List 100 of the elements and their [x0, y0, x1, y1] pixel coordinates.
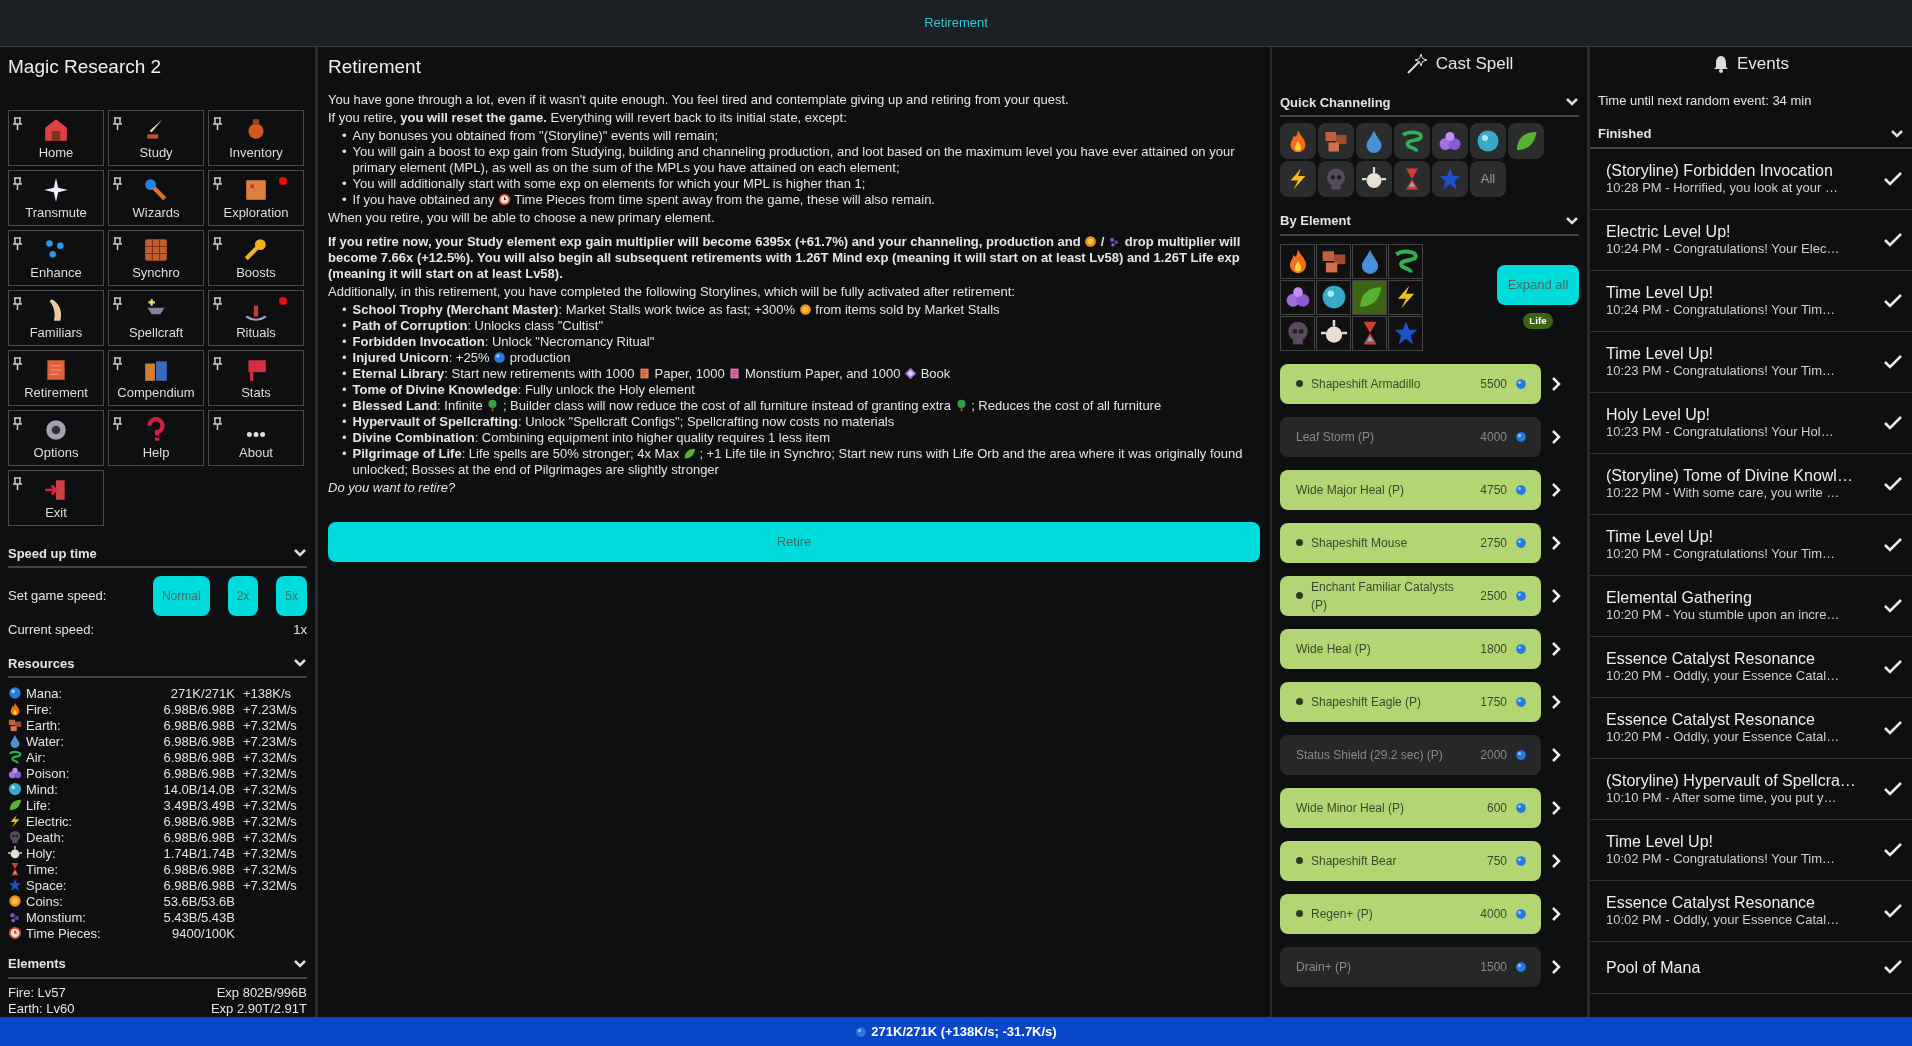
orb-icon	[855, 1025, 868, 1038]
resource-rate[interactable]: +7.23M/s	[243, 734, 297, 749]
speed-button[interactable]: 5x	[276, 576, 307, 616]
nav-tile[interactable]: Inventory	[208, 109, 304, 166]
channel-button[interactable]	[1470, 123, 1506, 159]
bubbles-icon	[1438, 129, 1462, 153]
nav-tile[interactable]: Study	[108, 109, 204, 166]
nav-tile[interactable]: Enhance	[8, 229, 104, 286]
spell-button[interactable]: Wide Minor Heal (P) 600	[1280, 787, 1541, 828]
resource-name: Life:	[26, 798, 52, 814]
resource-rate[interactable]: +7.32M/s	[243, 750, 297, 765]
nav-tile[interactable]: Retirement	[8, 349, 104, 406]
nav-tile[interactable]: Wizards	[108, 169, 204, 226]
spell-button[interactable]: Shapeshift Bear 750	[1280, 840, 1541, 881]
chevron-right-icon	[1551, 640, 1561, 657]
element-filter[interactable]	[1280, 243, 1315, 279]
nav-tile[interactable]: Synchro	[108, 229, 204, 286]
nav-tile[interactable]: Transmute	[8, 169, 104, 226]
leaf-icon	[1514, 129, 1538, 153]
speed-button[interactable]: 2x	[227, 576, 259, 616]
element-filter[interactable]	[1352, 279, 1387, 315]
check-icon	[1884, 232, 1902, 247]
spell-button[interactable]: Shapeshift Armadillo 5500	[1280, 363, 1541, 404]
mana-status: 271K/271K (+138K/s; -31.7K/s)	[871, 1022, 1057, 1041]
spell-button[interactable]: Wide Heal (P) 1800	[1280, 628, 1541, 669]
sparkle-icon	[43, 177, 69, 203]
resource-rate[interactable]: +7.32M/s	[243, 862, 297, 877]
element-filter[interactable]	[1388, 279, 1423, 315]
nav-tile[interactable]: Spellcraft	[108, 289, 204, 346]
resource-amount: 6.98B/6.98B	[163, 862, 235, 878]
tree-icon	[954, 398, 968, 412]
pin-icon	[113, 176, 122, 190]
spell-button[interactable]: Shapeshift Mouse 2750	[1280, 522, 1541, 563]
resource-rate[interactable]: +7.32M/s	[243, 798, 297, 813]
speed-button[interactable]: Normal	[152, 576, 210, 616]
element-filter[interactable]	[1316, 279, 1351, 315]
channel-button[interactable]	[1394, 123, 1430, 159]
resource-rate[interactable]: +7.23M/s	[243, 702, 297, 717]
resource-rate[interactable]: +7.32M/s	[243, 830, 297, 845]
element-level: Fire: Lv57	[8, 984, 66, 1001]
chevron-right-icon	[1551, 428, 1561, 445]
coin-icon	[798, 302, 812, 316]
resource-rate[interactable]: +7.32M/s	[243, 846, 297, 861]
orb-icon	[1515, 854, 1527, 867]
element-filter[interactable]	[1280, 279, 1315, 315]
chevron-right-icon	[1551, 746, 1561, 763]
spell-button[interactable]: Regen+ (P) 4000	[1280, 893, 1541, 934]
channel-button[interactable]	[1356, 161, 1392, 197]
nav-tile[interactable]: Exploration	[208, 169, 304, 226]
element-filter[interactable]	[1352, 243, 1387, 279]
pin-icon	[13, 116, 22, 130]
chevron-right-icon	[1551, 481, 1561, 498]
chevron-right-icon	[1551, 534, 1561, 551]
nav-tile[interactable]: Exit	[8, 469, 104, 526]
section-heading: Elements	[8, 955, 66, 973]
resource-amount: 6.98B/6.98B	[163, 718, 235, 734]
pin-icon	[13, 176, 22, 190]
bubbles-icon	[1284, 284, 1311, 310]
check-icon	[1884, 960, 1902, 974]
spell-button[interactable]: Wide Major Heal (P) 4750	[1280, 469, 1541, 510]
check-icon	[1884, 415, 1902, 430]
gear-icon	[43, 417, 69, 443]
channel-button[interactable]	[1280, 123, 1316, 159]
resource-rate[interactable]: +7.32M/s	[243, 782, 297, 797]
resource-rate[interactable]: +138K/s	[243, 686, 292, 701]
element-exp: Exp 2.90T/2.91T	[210, 1000, 307, 1017]
nav-tile[interactable]: Options	[8, 409, 104, 466]
nav-tile[interactable]: Rituals	[208, 289, 304, 346]
pin-icon	[113, 116, 122, 130]
nav-tile[interactable]: Compendium	[108, 349, 204, 406]
spell-button[interactable]: Drain+ (P) 1500	[1280, 946, 1541, 987]
channel-button[interactable]	[1508, 123, 1544, 159]
element-filter[interactable]	[1388, 243, 1423, 279]
nav-tile[interactable]: Familiars	[8, 289, 104, 346]
spell-button[interactable]: Status Shield (29.2 sec) (P) 2000	[1280, 734, 1541, 775]
expand-all-button[interactable]: Expand all	[1497, 264, 1579, 305]
spell-button[interactable]: Enchant Familiar Catalysts (P) 2500	[1280, 575, 1541, 616]
storyline-text: Pilgrimage of Life: Life spells are 50% stronger; 4x Max ; +1 Life tile in Synchro; Start new runs with Life Orb and the area where it was originally found unlocked; Bosses at the end of Pilgrimages are slightly stronger	[352, 445, 1244, 478]
leaf-icon	[682, 446, 696, 460]
channel-button[interactable]	[1356, 123, 1392, 159]
nav-tile[interactable]: Stats	[208, 349, 304, 406]
bullet-dot	[1296, 380, 1303, 387]
bullet-dot	[1296, 698, 1303, 705]
resource-rate[interactable]: +7.32M/s	[243, 878, 297, 893]
channel-all-button[interactable]: All	[1470, 161, 1506, 197]
book-icon	[904, 366, 917, 380]
channel-button[interactable]	[1432, 123, 1468, 159]
resource-rate[interactable]: +7.32M/s	[243, 766, 297, 781]
nav-tile[interactable]: Home	[8, 109, 104, 166]
resource-rate[interactable]: +7.32M/s	[243, 718, 297, 733]
spell-button[interactable]: Shapeshift Eagle (P) 1750	[1280, 681, 1541, 722]
channel-button[interactable]	[1280, 161, 1316, 197]
nav-tile[interactable]: About	[208, 409, 304, 466]
element-filter[interactable]	[1316, 315, 1351, 351]
resource-rate[interactable]: +7.32M/s	[243, 814, 297, 829]
list-text: If you have obtained any Time Pieces from time spent away from the game, these will also remain.	[352, 191, 935, 208]
nav-tile[interactable]: Help	[108, 409, 204, 466]
check-icon	[1884, 171, 1902, 186]
nav-tile[interactable]: Boosts	[208, 229, 304, 286]
spell-button[interactable]: Leaf Storm (P) 4000	[1280, 416, 1541, 457]
